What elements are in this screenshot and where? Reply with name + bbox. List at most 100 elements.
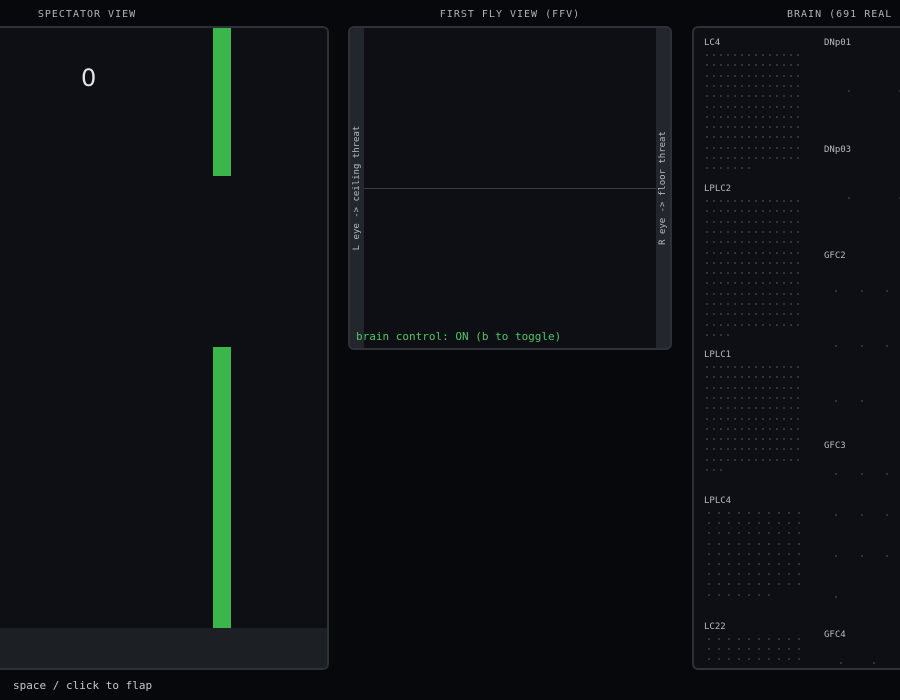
neuron-dot	[748, 54, 750, 56]
neuron-dot	[713, 210, 715, 213]
neuron-dot	[741, 458, 743, 461]
neuron-dot	[706, 95, 708, 98]
neuron-dot	[755, 64, 757, 67]
neuron-dot	[748, 200, 750, 202]
neuron-dot	[728, 648, 730, 651]
neuron-dot	[713, 438, 715, 441]
spectator-view[interactable]: 0	[0, 26, 329, 670]
neuron-dot	[748, 532, 750, 535]
neuron-dot	[762, 251, 764, 254]
neuron-dot	[748, 573, 750, 576]
neuron-dot	[727, 366, 729, 368]
neuron-dot	[748, 167, 750, 170]
neuron-dot	[713, 407, 715, 410]
neuron-dot	[741, 210, 743, 213]
neuron-dot	[713, 458, 715, 461]
neuron-dot	[783, 448, 785, 451]
neuron-dot	[748, 146, 750, 149]
neuron-dot	[728, 638, 730, 640]
neuron-dot	[788, 532, 790, 535]
neuron-dot	[741, 272, 743, 275]
neuron-dot	[748, 210, 750, 213]
neuron-dot	[718, 552, 720, 555]
neuron-dot	[738, 593, 740, 596]
neuron-dot	[790, 241, 792, 244]
neuron-dot	[734, 427, 736, 430]
neuron-dot	[762, 200, 764, 202]
neuron-dot	[776, 438, 778, 441]
neuron-dot	[755, 323, 757, 326]
neuron-dot	[797, 386, 799, 389]
neuron-dot	[778, 552, 780, 555]
neuron-dot	[727, 333, 729, 336]
neuron-dot	[755, 230, 757, 233]
neuron-dot	[797, 396, 799, 399]
neuron-dot	[720, 292, 722, 295]
neuron-dot	[706, 136, 708, 139]
neuron-dot	[798, 542, 800, 545]
neuron-dot	[755, 251, 757, 254]
neuron-dot	[797, 313, 799, 316]
neuron-dot	[886, 345, 888, 347]
neuron-dot	[734, 396, 736, 399]
neuron-dot	[798, 638, 800, 640]
neuron-dot	[718, 593, 720, 596]
neuron-dot	[762, 146, 764, 149]
neuron-dot	[790, 200, 792, 202]
neuron-dot	[762, 448, 764, 451]
neuron-dot	[783, 427, 785, 430]
neuron-dot	[713, 167, 715, 170]
neuron-dot	[708, 583, 710, 586]
neuron-dot	[738, 552, 740, 555]
neuron-dot	[720, 448, 722, 451]
neuron-dot	[720, 282, 722, 285]
neuron-dot	[741, 376, 743, 379]
group-label-lc22: LC22	[704, 622, 726, 632]
neuron-dot	[776, 84, 778, 87]
neuron-dot	[762, 74, 764, 77]
neuron-dot	[720, 95, 722, 98]
neuron-dot	[762, 407, 764, 410]
neuron-dot	[718, 542, 720, 545]
neuron-dot	[790, 105, 792, 108]
neuron-dot	[769, 448, 771, 451]
neuron-dot	[769, 407, 771, 410]
neuron-dot	[741, 323, 743, 326]
neuron-dot	[769, 366, 771, 368]
neuron-dot	[720, 64, 722, 67]
neuron-dot	[748, 563, 750, 565]
neuron-dot	[790, 95, 792, 98]
neuron-dot	[748, 64, 750, 67]
neuron-dot	[738, 563, 740, 565]
neuron-dot	[748, 658, 750, 661]
neuron-dot	[741, 448, 743, 451]
neuron-dot	[755, 220, 757, 223]
neuron-dot	[706, 146, 708, 149]
neuron-dot	[706, 396, 708, 399]
neuron-dot	[783, 200, 785, 202]
neuron-dot	[783, 396, 785, 399]
neuron-dot	[727, 74, 729, 77]
neuron-dot	[790, 146, 792, 149]
neuron-dot	[728, 532, 730, 535]
neuron-dot	[790, 115, 792, 118]
neuron-dot	[720, 376, 722, 379]
neuron-dot	[768, 593, 770, 596]
neuron-dot	[706, 407, 708, 410]
neuron-dot	[755, 386, 757, 389]
neuron-dot	[769, 386, 771, 389]
neuron-dot	[790, 84, 792, 87]
first-fly-view: L eye -> ceiling threat R eye -> floor t…	[348, 26, 672, 350]
neuron-dot	[762, 220, 764, 223]
neuron-dot	[769, 126, 771, 129]
neuron-dot	[727, 282, 729, 285]
neuron-dot	[790, 376, 792, 379]
neuron-dot	[790, 210, 792, 213]
neuron-dot	[790, 323, 792, 326]
neuron-dot	[762, 95, 764, 98]
neuron-dot	[748, 157, 750, 159]
neuron-dot	[720, 200, 722, 202]
neuron-dot	[755, 200, 757, 202]
neuron-dot	[762, 282, 764, 285]
neuron-dot	[762, 261, 764, 264]
